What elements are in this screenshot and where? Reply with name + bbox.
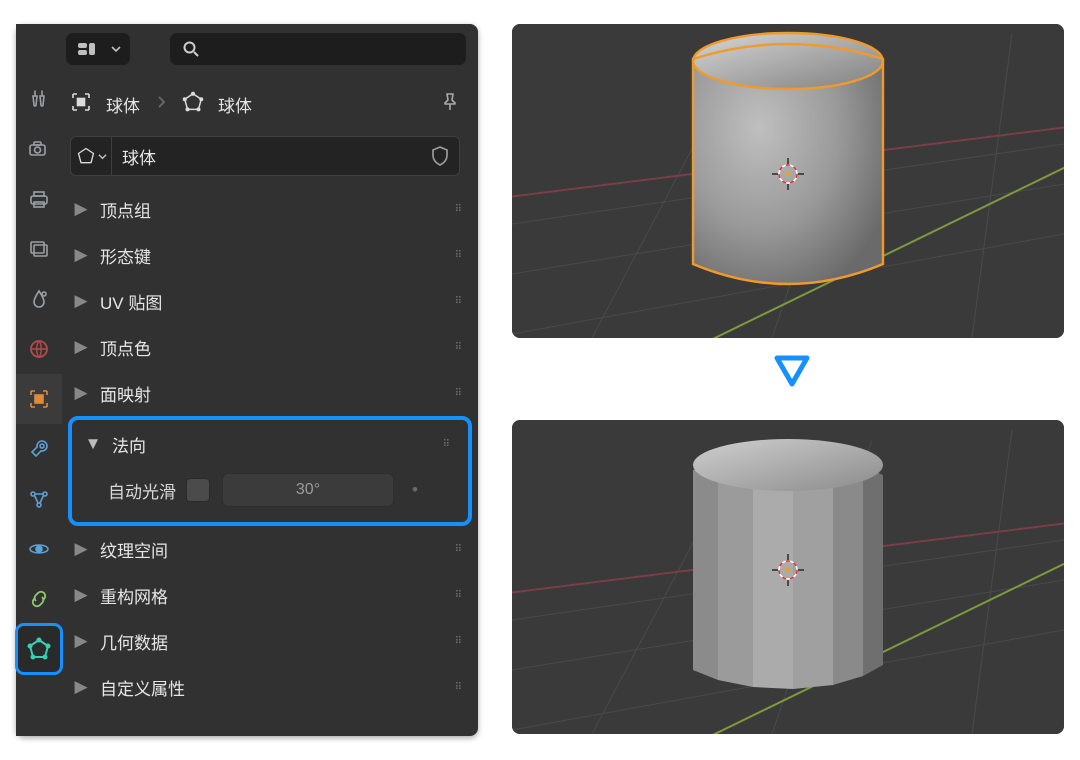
section-label: 几何数据: [100, 629, 455, 654]
viewport-before[interactable]: [512, 24, 1064, 338]
tab-tool[interactable]: [16, 74, 62, 124]
tab-modifiers[interactable]: [16, 424, 62, 474]
drag-handle-icon[interactable]: ⠿: [455, 590, 464, 601]
editor-type-dropdown[interactable]: [66, 33, 130, 65]
drag-handle-icon[interactable]: ⠿: [455, 682, 464, 693]
breadcrumb-separator-icon: [156, 94, 166, 114]
triangle-down-icon: ▼: [84, 434, 102, 454]
breadcrumb-object-label[interactable]: 球体: [106, 92, 140, 117]
drag-handle-icon[interactable]: ⠿: [443, 439, 452, 450]
datablock-name[interactable]: 球体: [112, 144, 421, 169]
breadcrumb-mesh-icon: [182, 91, 204, 118]
section-remesh[interactable]: ▶ 重构网格 ⠿: [62, 572, 478, 618]
triangle-right-icon: ▶: [72, 337, 90, 357]
properties-panel: 球体 球体 球体 ▶: [16, 24, 478, 736]
section-vertex-groups[interactable]: ▶ 顶点组 ⠿: [62, 186, 478, 232]
fake-user-icon[interactable]: [421, 146, 459, 166]
triangle-right-icon: ▶: [72, 383, 90, 403]
triangle-right-icon: ▶: [72, 245, 90, 265]
triangle-right-icon: ▶: [72, 291, 90, 311]
auto-smooth-checkbox[interactable]: [186, 478, 210, 502]
section-label: 重构网格: [100, 583, 455, 608]
datablock-dropdown[interactable]: [71, 137, 112, 175]
breadcrumb: 球体 球体: [62, 74, 478, 134]
drag-handle-icon[interactable]: ⠿: [455, 204, 464, 215]
viewport-after[interactable]: [512, 420, 1064, 734]
section-label: 纹理空间: [100, 537, 455, 562]
section-face-maps[interactable]: ▶ 面映射 ⠿: [62, 370, 478, 416]
properties-body: 球体 球体 球体 ▶: [62, 24, 478, 736]
drag-handle-icon[interactable]: ⠿: [455, 342, 464, 353]
section-normals-highlight: ▼ 法向 ⠿ 自动光滑 30° •: [68, 416, 472, 526]
section-texture-space[interactable]: ▶ 纹理空间 ⠿: [62, 526, 478, 572]
tab-physics[interactable]: [16, 524, 62, 574]
section-label: 顶点组: [100, 197, 455, 222]
section-normals[interactable]: ▼ 法向 ⠿: [74, 422, 466, 466]
section-geometry-data[interactable]: ▶ 几何数据 ⠿: [62, 618, 478, 664]
drag-handle-icon[interactable]: ⠿: [455, 250, 464, 261]
drag-handle-icon[interactable]: ⠿: [455, 636, 464, 647]
datablock-name-field[interactable]: 球体: [70, 136, 460, 176]
drag-handle-icon[interactable]: ⠿: [455, 296, 464, 307]
tab-world[interactable]: [16, 324, 62, 374]
breadcrumb-mesh-label[interactable]: 球体: [218, 92, 252, 117]
tab-particles[interactable]: [16, 474, 62, 524]
section-label: 面映射: [100, 381, 455, 406]
triangle-right-icon: ▶: [72, 631, 90, 651]
viewport-after-scene: [512, 420, 1064, 734]
animate-property-icon[interactable]: •: [412, 480, 418, 500]
auto-smooth-angle-field[interactable]: 30°: [222, 473, 394, 507]
triangle-right-icon: ▶: [72, 199, 90, 219]
property-search[interactable]: [170, 33, 466, 65]
section-shape-keys[interactable]: ▶ 形态键 ⠿: [62, 232, 478, 278]
tab-render[interactable]: [16, 124, 62, 174]
section-vertex-colors[interactable]: ▶ 顶点色 ⠿: [62, 324, 478, 370]
breadcrumb-object-icon: [70, 91, 92, 118]
properties-tabstrip: [16, 24, 62, 736]
triangle-right-icon: ▶: [72, 539, 90, 559]
section-label: 法向: [112, 432, 443, 457]
tab-mesh-data[interactable]: [16, 624, 62, 674]
drag-handle-icon[interactable]: ⠿: [455, 388, 464, 399]
viewport-before-scene: [512, 24, 1064, 338]
section-label: 顶点色: [100, 335, 455, 360]
tab-output[interactable]: [16, 174, 62, 224]
pin-icon[interactable]: [440, 92, 460, 117]
auto-smooth-label: 自动光滑: [108, 478, 176, 503]
tab-object[interactable]: [16, 374, 62, 424]
triangle-right-icon: ▶: [72, 677, 90, 697]
drag-handle-icon[interactable]: ⠿: [455, 544, 464, 555]
section-label: UV 贴图: [100, 289, 455, 314]
section-custom-props[interactable]: ▶ 自定义属性 ⠿: [62, 664, 478, 710]
tab-constraints[interactable]: [16, 574, 62, 624]
section-label: 形态键: [100, 243, 455, 268]
arrow-down-icon: [772, 352, 812, 392]
search-icon: [182, 40, 200, 58]
tab-viewlayer[interactable]: [16, 224, 62, 274]
triangle-right-icon: ▶: [72, 585, 90, 605]
section-uv-maps[interactable]: ▶ UV 贴图 ⠿: [62, 278, 478, 324]
sections: ▶ 顶点组 ⠿ ▶ 形态键 ⠿ ▶ UV 贴图 ⠿ ▶ 顶点色 ⠿ ▶ 面映射: [62, 186, 478, 736]
tab-scene[interactable]: [16, 274, 62, 324]
section-label: 自定义属性: [100, 675, 455, 700]
auto-smooth-row: 自动光滑 30° •: [74, 466, 466, 514]
